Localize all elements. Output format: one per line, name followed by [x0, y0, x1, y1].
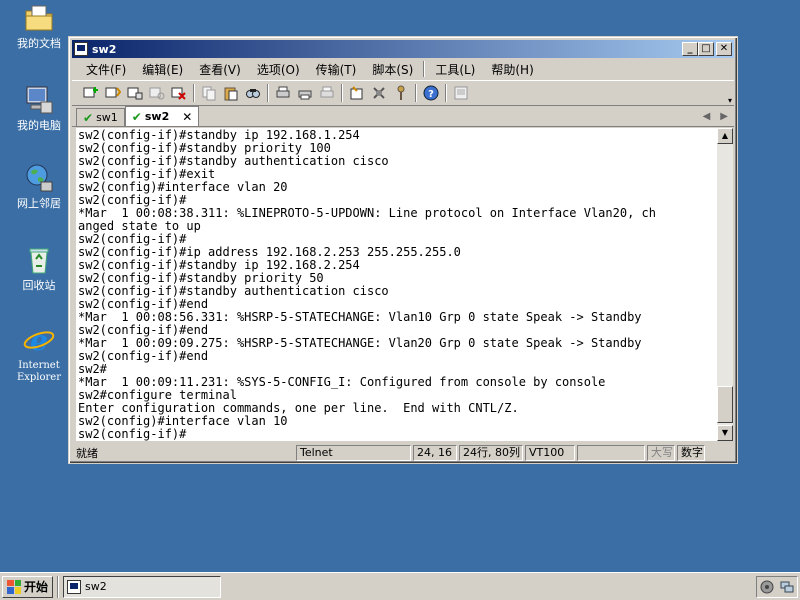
recycle-bin-icon — [29, 248, 49, 274]
about-icon[interactable] — [450, 82, 472, 104]
session-options-icon[interactable] — [346, 82, 368, 104]
system-tray — [756, 575, 798, 598]
desktop-icon-label-line2: Explorer — [16, 372, 62, 383]
internet-explorer-icon: e — [23, 324, 55, 356]
desktop-icon-label: 回收站 — [22, 279, 56, 292]
tab-navigation: ◀ ▶ — [703, 111, 728, 122]
desktop-icon-recycle-bin[interactable]: 回收站 — [6, 244, 72, 292]
paste-icon[interactable] — [220, 82, 242, 104]
menu-tools[interactable]: 工具(L) — [427, 61, 483, 78]
session-tab-bar: ✔ sw1 ✔ sw2 ✕ ◀ ▶ — [72, 106, 734, 127]
taskbar: 开始 sw2 — [0, 572, 800, 600]
taskbar-item-sw2[interactable]: sw2 — [63, 575, 222, 598]
desktop-icon-my-computer[interactable]: 我的电脑 — [6, 84, 72, 132]
desktop-icon-my-documents[interactable]: 我的文档 — [6, 2, 72, 50]
desktop-icon-label: 网上邻居 — [17, 197, 61, 210]
terminal-window: sw2 _ □ ✕ 文件(F) 编辑(E) 查看(V) 选项(O) 传输(T) … — [68, 36, 738, 464]
status-ready: 就绪 — [76, 447, 98, 460]
taskbar-item-label: sw2 — [85, 580, 107, 593]
print-screen-icon[interactable] — [294, 82, 316, 104]
tab-sw1[interactable]: ✔ sw1 — [76, 108, 125, 126]
volume-icon[interactable] — [760, 580, 774, 594]
network-status-icon[interactable] — [780, 580, 794, 594]
windows-logo-icon — [7, 579, 21, 594]
toolbar-separator — [193, 84, 195, 102]
scrollbar-thumb[interactable] — [717, 386, 733, 423]
menu-script[interactable]: 脚本(S) — [364, 61, 421, 78]
menu-bar: 文件(F) 编辑(E) 查看(V) 选项(O) 传输(T) 脚本(S) 工具(L… — [72, 59, 734, 79]
status-empty — [577, 445, 645, 461]
desktop-icon-internet-explorer[interactable]: e Internet Explorer — [6, 324, 72, 384]
disconnect-icon[interactable] — [168, 82, 190, 104]
tab-close-icon[interactable]: ✕ — [182, 110, 192, 124]
connected-check-icon: ✔ — [131, 109, 142, 124]
tab-prev-icon[interactable]: ◀ — [703, 111, 711, 122]
status-protocol: Telnet — [296, 445, 411, 461]
folder-icon — [25, 5, 53, 31]
title-bar[interactable]: sw2 _ □ ✕ — [72, 40, 734, 58]
terminal-app-icon — [74, 42, 88, 56]
copy-icon[interactable] — [198, 82, 220, 104]
menu-edit[interactable]: 编辑(E) — [134, 61, 191, 78]
menu-help[interactable]: 帮助(H) — [483, 61, 541, 78]
status-emulation: VT100 — [525, 445, 575, 461]
start-button[interactable]: 开始 — [2, 575, 54, 598]
print-icon[interactable] — [316, 82, 338, 104]
status-caps-lock: 大写 — [647, 445, 675, 461]
connected-check-icon: ✔ — [83, 110, 94, 125]
scroll-up-button[interactable]: ▲ — [717, 128, 733, 144]
menu-separator — [423, 61, 426, 77]
window-title: sw2 — [92, 42, 117, 56]
desktop-icon-label: 我的电脑 — [17, 119, 61, 132]
connect-tab-icon[interactable] — [124, 82, 146, 104]
svg-text:e: e — [30, 324, 48, 356]
menu-options[interactable]: 选项(O) — [249, 61, 308, 78]
help-icon[interactable]: ? — [420, 82, 442, 104]
connect-icon[interactable] — [80, 82, 102, 104]
desktop-icon-label-line1: Internet — [18, 360, 60, 371]
toolbar-separator — [445, 84, 447, 102]
global-options-icon[interactable] — [368, 82, 390, 104]
terminal-app-icon — [67, 579, 82, 594]
terminal-line: sw2(config-if)# — [78, 427, 187, 441]
key-map-icon[interactable] — [390, 82, 412, 104]
find-icon[interactable] — [242, 82, 264, 104]
terminal-scrollbar[interactable]: ▲ ▼ — [717, 128, 733, 441]
quick-connect-icon[interactable] — [102, 82, 124, 104]
svg-text:?: ? — [428, 89, 434, 100]
desktop-icon-network[interactable]: 网上邻居 — [6, 162, 72, 210]
reconnect-icon[interactable] — [146, 82, 168, 104]
maximize-button[interactable]: □ — [698, 42, 714, 56]
menu-view[interactable]: 查看(V) — [191, 61, 249, 78]
toolbar-separator — [415, 84, 417, 102]
menu-transfer[interactable]: 传输(T) — [308, 61, 365, 78]
tab-label: sw1 — [96, 111, 118, 124]
tab-sw2[interactable]: ✔ sw2 ✕ — [124, 106, 200, 126]
toolbar-overflow-icon[interactable]: ▾ — [728, 96, 732, 105]
terminal-line: sw2(config-if)#end — [78, 349, 209, 363]
tab-label: sw2 — [144, 110, 170, 123]
network-globe-icon — [26, 164, 53, 192]
status-bar: 就绪 Telnet 24, 16 24行, 80列 VT100 大写 数字 — [72, 444, 734, 462]
menu-file[interactable]: 文件(F) — [78, 61, 134, 78]
print-setup-icon[interactable] — [272, 82, 294, 104]
toolbar-separator — [341, 84, 343, 102]
toolbar-separator — [267, 84, 269, 102]
status-num-lock: 数字 — [677, 445, 705, 461]
desktop-icon-label: 我的文档 — [17, 37, 61, 50]
scroll-down-button[interactable]: ▼ — [717, 425, 733, 441]
window-controls: _ □ ✕ — [682, 42, 732, 56]
taskbar-separator — [57, 575, 60, 598]
status-cursor-position: 24, 16 — [413, 445, 457, 461]
status-terminal-size: 24行, 80列 — [459, 445, 523, 461]
start-label: 开始 — [24, 580, 49, 594]
tab-next-icon[interactable]: ▶ — [720, 111, 728, 122]
toolbar: ? ▾ — [72, 80, 734, 106]
computer-icon — [26, 86, 53, 114]
close-button[interactable]: ✕ — [716, 42, 732, 56]
minimize-button[interactable]: _ — [682, 42, 698, 56]
terminal-output[interactable]: sw2(config-if)#standby ip 192.168.1.254 … — [76, 128, 717, 441]
